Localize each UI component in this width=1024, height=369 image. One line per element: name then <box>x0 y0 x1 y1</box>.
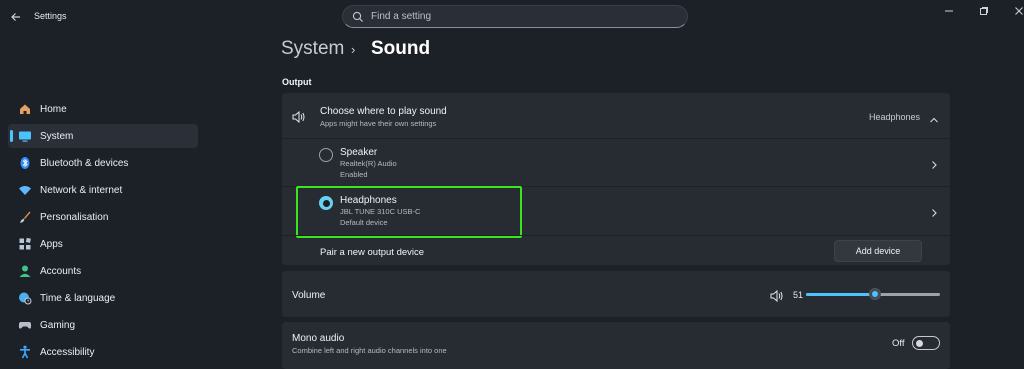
breadcrumb-separator: › <box>351 42 356 57</box>
chevron-right-icon[interactable] <box>930 157 938 175</box>
search-input[interactable] <box>371 11 671 22</box>
home-icon <box>17 101 33 117</box>
sidebar-item-label: Gaming <box>40 319 76 331</box>
sidebar-item-bluetooth[interactable]: Bluetooth & devices <box>8 151 198 175</box>
sidebar-item-label: System <box>40 130 74 142</box>
close-button[interactable] <box>1006 4 1024 18</box>
sidebar-item-accounts[interactable]: Accounts <box>8 259 198 283</box>
restore-icon <box>980 7 988 15</box>
choose-output-value: Headphones <box>869 112 921 122</box>
display-icon <box>17 128 33 144</box>
mono-audio-title: Mono audio <box>292 333 345 344</box>
speaker-icon[interactable] <box>770 289 784 307</box>
mono-audio-toggle[interactable] <box>912 336 940 350</box>
minimize-button[interactable] <box>936 4 962 18</box>
add-device-button[interactable]: Add device <box>834 240 922 262</box>
sidebar-item-system[interactable]: System <box>8 124 198 148</box>
mono-audio-state: Off <box>892 338 905 349</box>
sidebar-item-label: Home <box>40 103 67 115</box>
restore-button[interactable] <box>971 4 997 18</box>
sidebar-item-personalisation[interactable]: Personalisation <box>8 205 198 229</box>
breadcrumb-parent[interactable]: System <box>281 38 344 60</box>
sidebar-item-label: Accounts <box>40 265 82 277</box>
person-icon <box>17 263 33 279</box>
speaker-icon <box>292 110 306 128</box>
sidebar-item-label: Network & internet <box>40 184 123 196</box>
sidebar-item-network[interactable]: Network & internet <box>8 178 198 202</box>
accessibility-icon <box>17 344 33 360</box>
device-status: Enabled <box>340 170 368 179</box>
app-title: Settings <box>34 11 67 21</box>
divider <box>282 235 950 236</box>
sidebar-item-time-language[interactable]: Time & language <box>8 286 198 310</box>
chevron-up-icon[interactable] <box>929 111 939 129</box>
radio-speaker[interactable] <box>319 148 333 162</box>
selection-indicator <box>10 130 13 142</box>
sidebar-item-gaming[interactable]: Gaming <box>8 313 198 337</box>
device-detail: Realtek(R) Audio <box>340 159 397 168</box>
search-box[interactable] <box>342 5 688 28</box>
chevron-right-icon[interactable] <box>930 205 938 223</box>
page-title: Sound <box>371 38 431 59</box>
sidebar-item-accessibility[interactable]: Accessibility <box>8 340 198 364</box>
choose-output-title: Choose where to play sound <box>320 106 447 117</box>
sidebar-item-label: Accessibility <box>40 346 95 358</box>
highlight-annotation <box>296 186 522 238</box>
sidebar-item-label: Time & language <box>40 292 116 304</box>
wifi-icon <box>17 182 33 198</box>
mono-audio-subtitle: Combine left and right audio channels in… <box>292 346 447 355</box>
globe-clock-icon <box>17 290 33 306</box>
sidebar-item-home[interactable]: Home <box>8 97 198 121</box>
section-heading-output: Output <box>282 77 312 87</box>
sidebar-item-apps[interactable]: Apps <box>8 232 198 256</box>
choose-output-subtitle: Apps might have their own settings <box>320 119 437 128</box>
volume-slider-fill <box>806 293 876 296</box>
bluetooth-icon <box>17 155 33 171</box>
close-icon <box>1015 7 1023 15</box>
apps-icon <box>17 236 33 252</box>
volume-value: 51 <box>793 290 804 300</box>
brush-icon <box>17 209 33 225</box>
sidebar-item-label: Bluetooth & devices <box>40 157 129 169</box>
sidebar-item-label: Apps <box>40 238 63 250</box>
toggle-knob <box>916 339 923 347</box>
device-name: Speaker <box>340 147 378 158</box>
minimize-icon <box>945 10 953 12</box>
back-button[interactable] <box>6 8 26 26</box>
gamepad-icon <box>17 317 33 333</box>
volume-label: Volume <box>292 290 326 301</box>
search-icon <box>351 10 365 24</box>
arrow-left-icon <box>11 13 20 21</box>
sidebar-item-label: Personalisation <box>40 211 109 223</box>
pair-device-label: Pair a new output device <box>320 247 425 258</box>
